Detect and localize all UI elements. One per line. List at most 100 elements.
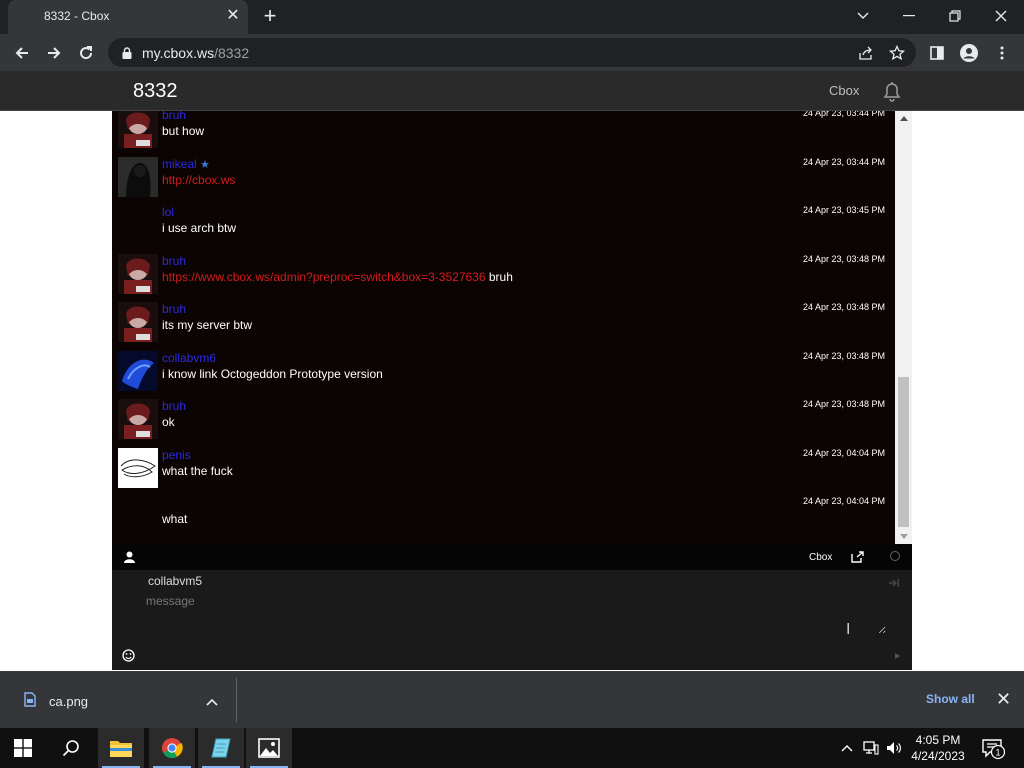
message-timestamp: 24 Apr 23, 03:48 PM [802, 350, 885, 361]
message-text: http://cbox.ws [162, 173, 235, 187]
message-username[interactable]: bruh [162, 302, 186, 316]
message-username[interactable]: mikeal ★ [162, 157, 210, 171]
divider [236, 678, 237, 722]
restore-icon[interactable] [943, 5, 967, 27]
compose-area: collabvm5 [112, 570, 912, 670]
chat-message: mikeal ★ http://cbox.ws 24 Apr 23, 03:44 P… [112, 156, 895, 205]
user-icon[interactable] [124, 550, 135, 568]
close-download-bar-icon[interactable]: ✕ [996, 690, 1011, 708]
chat-message: bruh its my server btw 24 Apr 23, 03:48 PM [112, 302, 895, 350]
download-bar: ca.png Show all ✕ [0, 671, 1024, 728]
chat-message: collabvm6 i know link Octogeddon Prototyp… [112, 350, 895, 399]
forward-icon[interactable] [41, 40, 67, 66]
new-tab-icon[interactable]: + [258, 5, 282, 29]
address-bar[interactable]: my.cbox.ws/8332 [108, 38, 916, 67]
message-username[interactable]: bruh [162, 399, 186, 413]
network-icon[interactable] [862, 739, 880, 757]
chevron-up-icon[interactable] [838, 739, 856, 757]
clock-date: 4/24/2023 [911, 749, 965, 763]
compose-username: collabvm5 [148, 574, 203, 588]
message-text: ok [162, 415, 175, 429]
message-body: what [162, 512, 188, 526]
browser-toolbar: my.cbox.ws/8332 [0, 34, 1024, 71]
download-item[interactable]: ca.png [8, 680, 230, 720]
minimize-icon[interactable] [897, 5, 921, 27]
message-body: its my server btw [162, 318, 253, 332]
message-timestamp: 24 Apr 23, 03:48 PM [802, 302, 885, 312]
notification-center-icon[interactable]: 1 [982, 738, 1006, 765]
share-icon[interactable] [857, 44, 875, 62]
tab-close-icon[interactable]: ✕ [224, 7, 242, 25]
browser-tab[interactable]: 8332 - Cbox ✕ [8, 0, 248, 34]
bookmark-star-icon[interactable] [888, 44, 906, 62]
message-username[interactable]: penis [162, 448, 191, 462]
side-panel-icon[interactable] [927, 43, 947, 63]
cbox-brand-link[interactable]: Cbox [809, 552, 832, 563]
notepad-icon[interactable] [198, 728, 244, 768]
scroll-down-arrow-icon[interactable] [900, 534, 908, 539]
message-link[interactable]: https://www.cbox.ws/admin?preproc=switch… [162, 270, 486, 284]
close-window-icon[interactable] [989, 5, 1013, 27]
logout-icon[interactable] [888, 575, 900, 593]
message-text: https://www.cbox.ws/admin?preproc=switch… [162, 270, 513, 284]
emoji-icon[interactable] [122, 649, 135, 667]
popout-icon[interactable] [851, 550, 864, 568]
chrome-icon[interactable] [149, 728, 195, 768]
avatar[interactable] [118, 111, 158, 148]
chat-messages[interactable]: bruh but how 24 Apr 23, 03:44 PM mikeal ★ ht… [112, 111, 912, 544]
avatar[interactable] [118, 399, 158, 439]
show-all-button[interactable]: Show all [926, 692, 975, 706]
bell-icon[interactable] [880, 79, 904, 108]
message-timestamp: 24 Apr 23, 03:48 PM [802, 399, 885, 409]
message-body: ok [162, 415, 175, 429]
avatar[interactable] [118, 156, 158, 197]
chat-message: lol i use arch btw 24 Apr 23, 03:45 PM [112, 205, 895, 253]
cbox-link[interactable]: Cbox [829, 83, 859, 98]
url-host: my.cbox.ws [142, 45, 215, 61]
scroll-thumb[interactable] [898, 377, 909, 527]
avatar[interactable] [118, 253, 158, 294]
menu-dots-icon[interactable] [992, 43, 1012, 63]
star-icon: ★ [200, 158, 210, 171]
message-timestamp: 24 Apr 23, 04:04 PM [802, 496, 885, 506]
start-button[interactable] [0, 728, 46, 768]
reload-icon[interactable] [73, 40, 99, 66]
message-username[interactable]: bruh [162, 254, 186, 268]
profile-icon[interactable] [959, 43, 979, 63]
message-username[interactable]: lol [162, 205, 174, 219]
message-username[interactable]: bruh [162, 111, 186, 122]
message-username[interactable]: collabvm6 [162, 351, 216, 365]
file-icon [24, 692, 36, 712]
message-body: but how [162, 124, 205, 138]
send-arrow-icon[interactable] [895, 653, 900, 659]
message-text: i use arch btw [162, 221, 236, 235]
search-icon[interactable] [48, 728, 94, 768]
avatar[interactable] [118, 447, 158, 488]
message-link[interactable]: http://cbox.ws [162, 173, 235, 187]
chat-message: bruh but how 24 Apr 23, 03:44 PM [112, 111, 895, 156]
scroll-up-arrow-icon[interactable] [900, 116, 908, 121]
message-input[interactable] [146, 594, 886, 634]
photos-icon[interactable] [246, 728, 292, 768]
back-icon[interactable] [9, 40, 35, 66]
clock[interactable]: 4:05 PM 4/24/2023 [906, 732, 970, 764]
tab-search-icon[interactable] [851, 5, 875, 27]
cbox-header: 8332 Cbox [0, 71, 1024, 111]
clock-time: 4:05 PM [915, 733, 961, 747]
text-cursor-icon: I [846, 621, 851, 638]
file-explorer-icon[interactable] [98, 728, 144, 768]
chat-message: bruh ok 24 Apr 23, 03:48 PM [112, 399, 895, 447]
message-body: what the fuck [162, 463, 233, 478]
url-text: my.cbox.ws/8332 [142, 45, 249, 61]
room-title: 8332 [133, 80, 178, 102]
avatar[interactable] [118, 350, 158, 391]
chevron-up-icon[interactable] [206, 693, 218, 711]
tab-title: 8332 - Cbox [44, 9, 110, 23]
avatar[interactable] [118, 302, 158, 342]
lock-icon[interactable] [122, 46, 132, 64]
download-filename: ca.png [49, 694, 89, 709]
message-text: but how [162, 124, 204, 138]
chat-scrollbar[interactable] [895, 111, 912, 544]
volume-icon[interactable] [885, 739, 903, 757]
url-path: /8332 [214, 45, 250, 61]
